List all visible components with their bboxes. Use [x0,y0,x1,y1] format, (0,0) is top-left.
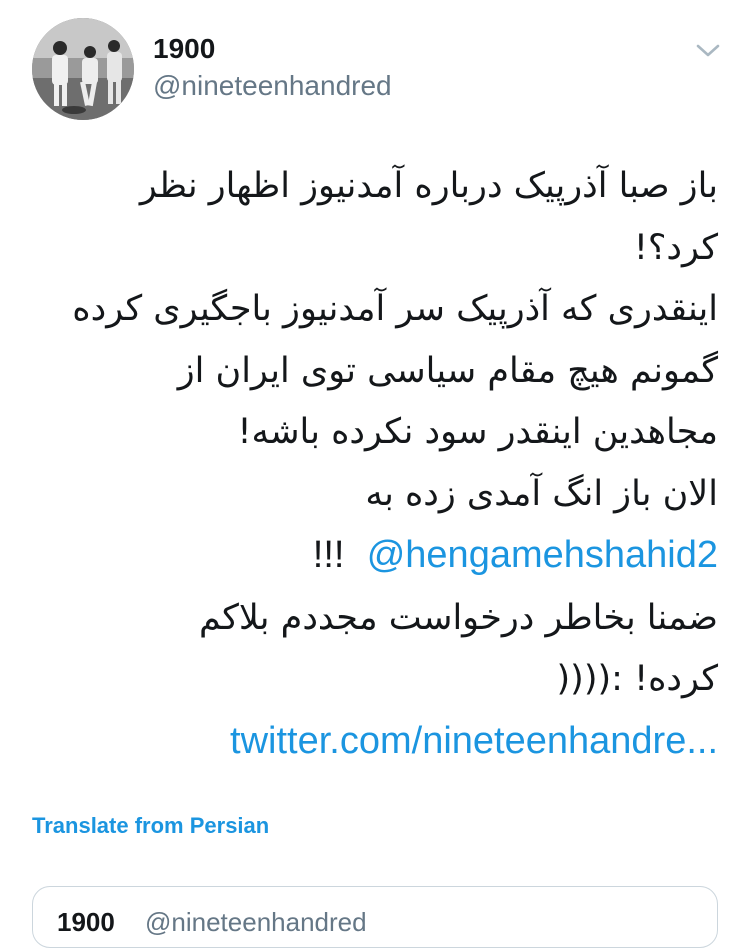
tweet-line: اینقدری که آذرپیک سر آمدنیوز باجگیری کرد… [72,289,718,329]
avatar[interactable] [32,18,134,120]
link-line: twitter.com/nineteenhandre... [28,711,718,774]
tweet-line: مجاهدین اینقدر سود نکرده باشه! [237,412,718,452]
tweet-line: کرد؟! [633,227,718,268]
tweet-line: ضمنا بخاطر درخواست مجددم بلاکم [198,597,718,638]
mention-link[interactable]: @hengamehshahid2 [367,534,718,576]
tweet-line: گمونم هیچ مقام سیاسی توی ایران از [177,350,718,391]
tweet-text: باز صبا آذرپیک درباره آمدنیوز اظهار نظر … [28,156,718,773]
chevron-down-icon[interactable] [694,38,722,62]
author-handle[interactable]: @nineteenhandred [153,68,392,104]
tweet-line: کرده! :(((( [556,659,718,699]
tweet-line: الان باز انگ آمدی زده به [365,473,718,514]
quoted-display-name: 1900 [57,907,115,937]
author-display-name[interactable]: 1900 [153,30,215,68]
quoted-tweet-card[interactable]: 1900 @nineteenhandred [32,886,718,948]
mention-line: !!! @hengamehshahid2 [28,525,718,588]
tweet-url-link[interactable]: twitter.com/nineteenhandre... [230,720,718,762]
translate-button[interactable]: Translate from Persian [32,811,269,841]
mention-suffix: !!! [312,534,345,576]
quoted-handle: @nineteenhandred [145,907,367,937]
avatar-photo [32,18,134,120]
tweet-line: باز صبا آذرپیک درباره آمدنیوز اظهار نظر [139,166,718,206]
